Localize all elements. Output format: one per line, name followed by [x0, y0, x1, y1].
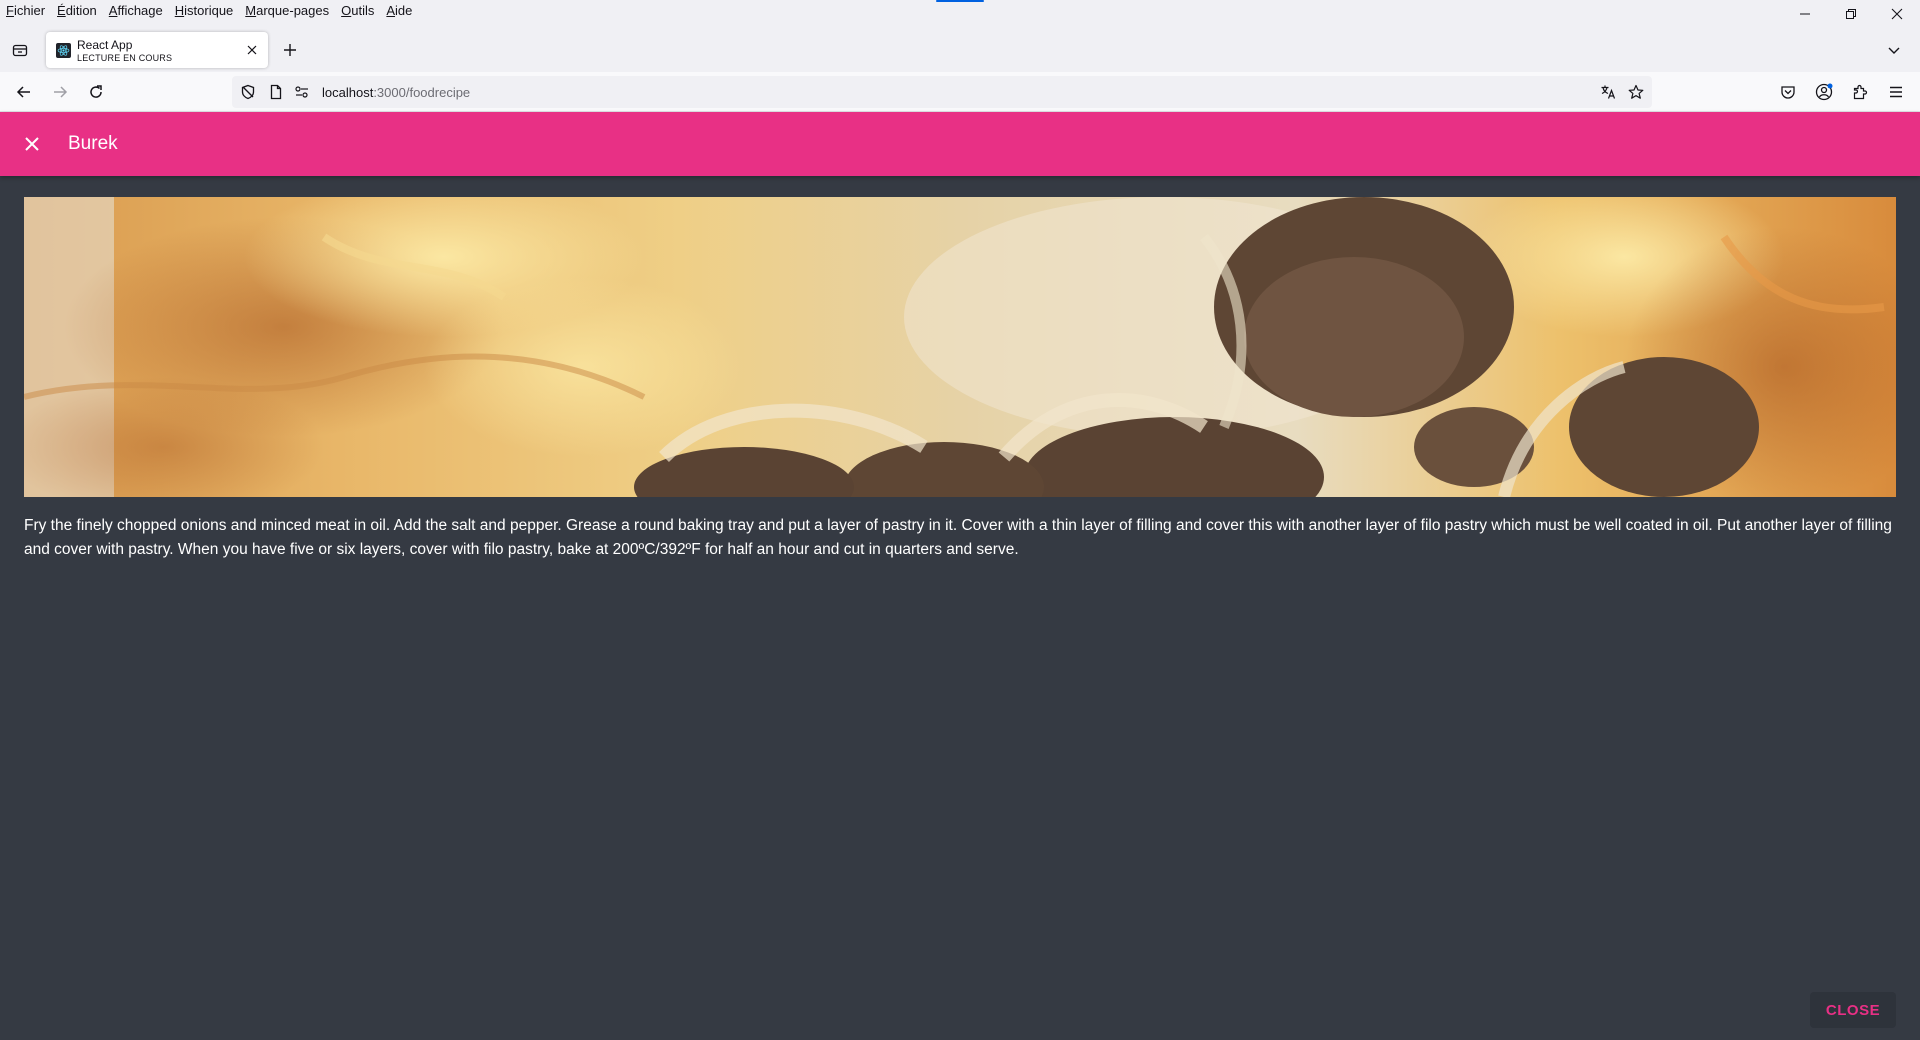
- chevron-down-icon: [1888, 47, 1900, 54]
- url-bar[interactable]: localhost:3000/foodrecipe: [232, 76, 1652, 108]
- menu-marque-pages[interactable]: Marque-pages: [245, 3, 329, 18]
- pocket-icon: [1781, 86, 1795, 99]
- restore-icon: [1846, 9, 1856, 19]
- forward-button[interactable]: [48, 80, 72, 104]
- tab-close-button[interactable]: [242, 40, 262, 60]
- recipe-instructions: Fry the finely chopped onions and minced…: [24, 517, 1892, 558]
- permissions-icon: [295, 86, 308, 98]
- tab-media-status: LECTURE EN COURS: [77, 53, 173, 63]
- menu-fichier[interactable]: Fichier: [6, 3, 45, 18]
- firefox-view-icon: [12, 44, 28, 57]
- tracking-protection-button[interactable]: [240, 84, 256, 100]
- menu-bar: Fichier Édition Affichage Historique Mar…: [0, 0, 1920, 20]
- plus-icon: [284, 44, 296, 56]
- translate-button[interactable]: [1600, 84, 1616, 100]
- new-tab-button[interactable]: [278, 38, 302, 62]
- bookmark-star-button[interactable]: [1628, 84, 1644, 100]
- shield-icon: [241, 84, 255, 100]
- restore-button[interactable]: [1828, 0, 1874, 28]
- close-icon: [247, 45, 257, 55]
- url-text[interactable]: localhost:3000/foodrecipe: [322, 85, 470, 100]
- reload-icon: [90, 85, 102, 98]
- react-logo-icon: [56, 43, 71, 58]
- account-icon: [1815, 83, 1833, 101]
- translate-icon: [1601, 85, 1616, 99]
- menu-historique[interactable]: Historique: [175, 3, 234, 18]
- puzzle-icon: [1853, 84, 1868, 100]
- back-button[interactable]: [12, 80, 36, 104]
- hamburger-menu-icon: [1890, 86, 1902, 98]
- list-all-tabs-button[interactable]: [1884, 40, 1904, 60]
- app-menu-button[interactable]: [1884, 80, 1908, 104]
- star-icon: [1628, 84, 1644, 99]
- menu-outils[interactable]: Outils: [341, 3, 374, 18]
- navigation-toolbar: localhost:3000/foodrecipe: [0, 72, 1920, 112]
- titlebar-drag-indicator: [936, 0, 984, 2]
- window-close-button[interactable]: [1874, 0, 1920, 28]
- menu-affichage[interactable]: Affichage: [109, 3, 163, 18]
- page-icon: [270, 84, 282, 100]
- arrow-right-icon: [54, 86, 68, 98]
- recipe-title: Burek: [68, 133, 118, 154]
- firefox-view-button[interactable]: [8, 38, 32, 62]
- page-content: Burek Fry the finely chopped onions and …: [0, 112, 1920, 1040]
- reload-button[interactable]: [84, 80, 108, 104]
- tab-title: React App: [77, 38, 133, 52]
- close-icon: [25, 137, 39, 151]
- tab-strip: React App LECTURE EN COURS: [0, 28, 1920, 72]
- dialog-close-icon-button[interactable]: [18, 130, 46, 158]
- recipe-image: [24, 197, 1896, 497]
- tab-react-app[interactable]: React App LECTURE EN COURS: [46, 32, 268, 68]
- account-button[interactable]: [1812, 80, 1836, 104]
- pocket-button[interactable]: [1776, 80, 1800, 104]
- arrow-left-icon: [16, 86, 30, 98]
- page-info-button[interactable]: [268, 84, 284, 100]
- minimize-icon: [1800, 13, 1810, 15]
- window-controls: [1782, 0, 1920, 28]
- dialog-app-bar: Burek: [0, 112, 1920, 176]
- close-button[interactable]: CLOSE: [1810, 992, 1896, 1028]
- extensions-button[interactable]: [1848, 80, 1872, 104]
- permissions-button[interactable]: [294, 84, 310, 100]
- close-icon: [1891, 8, 1903, 20]
- menu-aide[interactable]: Aide: [386, 3, 412, 18]
- menu-edition[interactable]: Édition: [57, 3, 97, 18]
- minimize-button[interactable]: [1782, 0, 1828, 28]
